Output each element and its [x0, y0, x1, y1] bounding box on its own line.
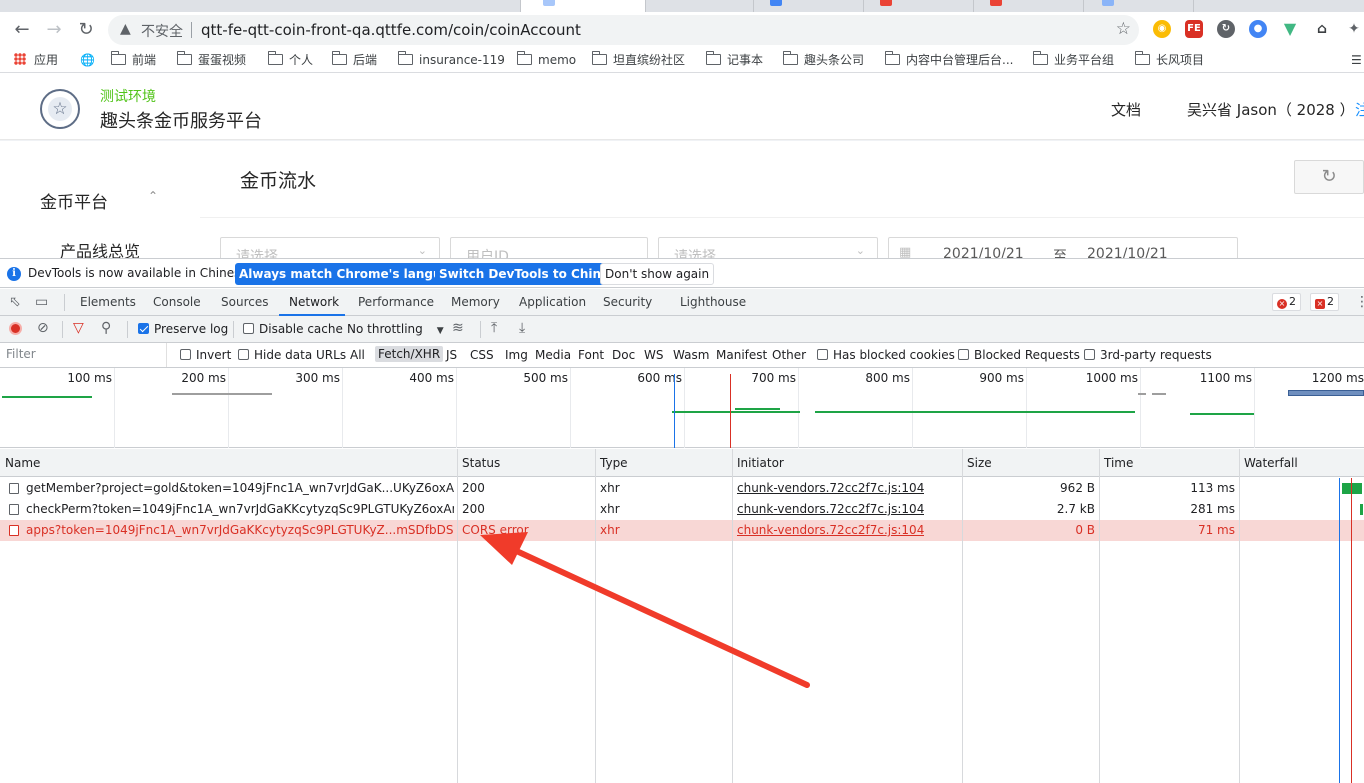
annotation-arrow — [480, 532, 810, 688]
arrow-head — [480, 532, 528, 565]
arrow-shaft — [507, 545, 810, 688]
